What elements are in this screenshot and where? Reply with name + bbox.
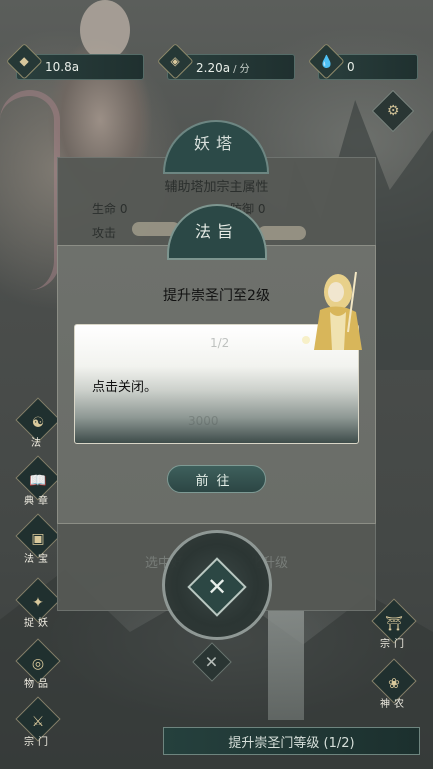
gold-value: 10.8a: [45, 60, 80, 74]
sage-guide-portrait: [302, 271, 362, 350]
hero-ribbon: [0, 90, 60, 290]
tower-title: 妖塔: [193, 134, 238, 153]
side-button-items[interactable]: ◎ 物品: [15, 638, 61, 690]
income-resource: ◈ 2.20a / 分: [156, 42, 295, 80]
water-drop-icon: 💧: [307, 42, 345, 80]
side-button-shennong[interactable]: ❀ 神农: [371, 658, 417, 710]
gate-icon: ⛩: [385, 616, 403, 632]
stat-life: 生命 0: [92, 200, 127, 217]
side-label: 法: [31, 438, 45, 449]
side-label: 神农: [380, 699, 408, 710]
tower-subtitle: 辅助塔加宗主属性: [164, 180, 269, 195]
side-button-treasure[interactable]: ▣ 法宝: [15, 513, 61, 565]
close-icon: ✕: [206, 572, 228, 601]
demon-icon: ✦: [32, 595, 44, 611]
chest-icon: ▣: [31, 531, 45, 547]
side-button-gate[interactable]: ⛩ 宗门: [371, 598, 417, 650]
income-unit: / 分: [233, 63, 250, 75]
hero-face: [80, 0, 130, 60]
side-label: 法宝: [24, 554, 52, 565]
gold-resource: ◆ 10.8a: [5, 42, 144, 80]
side-label: 宗门: [380, 639, 408, 650]
side-label: 宗门: [24, 737, 52, 748]
settings-gear-icon[interactable]: ⚙: [371, 89, 415, 133]
stat-life-value: 0: [119, 202, 128, 216]
side-label: 物品: [24, 679, 52, 690]
bonsai-icon: ❀: [388, 676, 400, 692]
game-screen: ◆ 10.8a ◈ 2.20a / 分 💧 0 ⚙ ☯ 法 📖 典章 ▣ 法宝 ✦…: [0, 0, 433, 769]
water-resource: 💧 0: [307, 42, 418, 80]
book-icon: 📖: [29, 473, 47, 489]
dharma-icon: ☯: [31, 415, 45, 431]
stat-def-value: 0: [257, 202, 266, 216]
income-value: 2.20a: [196, 60, 231, 75]
tutorial-tip-text: 点击关闭。: [92, 380, 158, 395]
stat-life-label: 生命: [92, 202, 117, 216]
side-label: 典章: [24, 496, 52, 507]
cost-label: 3000: [188, 414, 219, 428]
side-button-sect[interactable]: ⚔ 宗门: [15, 696, 61, 748]
side-button-demon[interactable]: ✦ 捉妖: [15, 577, 61, 629]
goto-button[interactable]: 前往: [167, 465, 266, 493]
stat-atk-label: 攻击: [92, 226, 117, 240]
bag-icon: ◎: [31, 656, 45, 672]
waterfall-scenery: [268, 610, 304, 720]
side-label: 捉妖: [24, 618, 52, 629]
stat-attack: 攻击: [92, 224, 116, 241]
water-value: 0: [347, 60, 355, 74]
sword-icon: ⚔: [31, 714, 45, 730]
upgrade-gate-button[interactable]: 提升崇圣门等级 (1/2): [163, 727, 420, 755]
decree-title: 法旨: [194, 222, 239, 241]
side-button-dharma[interactable]: ☯ 法: [15, 397, 61, 449]
side-button-book[interactable]: 📖 典章: [15, 455, 61, 507]
progress-label: 1/2: [210, 336, 230, 350]
